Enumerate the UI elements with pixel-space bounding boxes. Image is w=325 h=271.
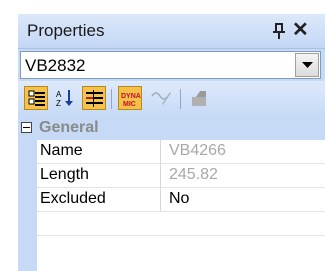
property-toolbar: A Z DYNA MIC [18,81,325,115]
property-name: Length [37,164,161,187]
toolbar-separator [111,89,112,109]
property-row-name[interactable]: Name VB4266 [37,140,325,164]
property-name: Name [37,140,161,163]
property-row-excluded[interactable]: Excluded No [37,188,325,212]
dynamic-label-top: DYNA [121,93,141,100]
property-grid: General Name VB4266 Length 245.82 Exclud… [18,116,325,271]
dynamic-label-bottom: MIC [123,101,136,108]
edit-pen-icon [151,92,171,105]
grid-margin [18,140,37,271]
property-pages-button[interactable] [82,86,106,110]
edit-pen-button[interactable] [148,86,172,110]
chevron-down-icon [302,62,313,68]
property-value: 245.82 [169,166,218,183]
categorized-view-icon [28,90,45,106]
collapse-icon[interactable] [21,122,32,133]
dynamic-properties-icon: DYNA MIC [121,93,141,108]
category-row-general[interactable]: General [18,116,325,140]
category-label: General [39,119,99,136]
svg-text:Z: Z [56,99,61,108]
property-name: Excluded [37,188,161,211]
property-row-empty [37,212,325,236]
object-selector-value: VB2832 [25,56,86,75]
toolbar-separator [180,89,181,109]
pin-icon[interactable] [271,22,287,40]
property-row-length[interactable]: Length 245.82 [37,164,325,188]
close-icon[interactable]: ✕ [292,20,309,40]
categorized-view-button[interactable] [24,86,48,110]
stamp-icon [192,91,206,106]
dynamic-properties-button[interactable]: DYNA MIC [118,86,142,110]
panel-title: Properties [27,21,105,40]
title-bar[interactable]: Properties ✕ [18,14,325,49]
properties-panel: Properties ✕ VB2832 A Z DYNA MIC General… [18,14,325,271]
property-pages-icon [86,90,103,107]
alphabetical-sort-button[interactable]: A Z [53,86,77,110]
object-selector-dropdown[interactable]: VB2832 [20,51,321,79]
property-value: VB4266 [169,142,226,159]
alphabetical-sort-icon: A Z [56,90,73,108]
svg-text:A: A [56,90,62,99]
dropdown-button[interactable] [295,53,319,77]
property-value-editor[interactable]: No [169,190,189,208]
stamp-button[interactable] [188,86,212,110]
